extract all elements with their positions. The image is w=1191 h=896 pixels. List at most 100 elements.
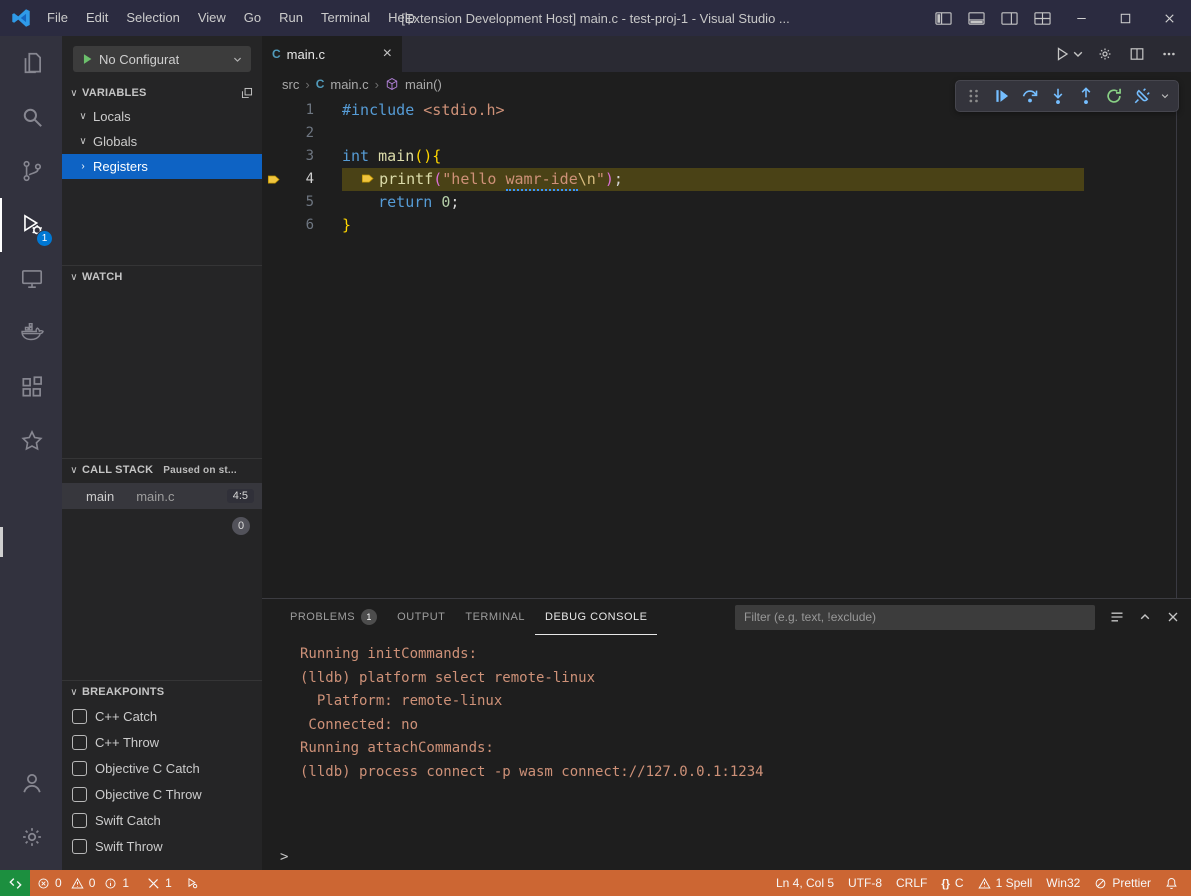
activitybar-source-control[interactable]	[0, 144, 62, 198]
breakpoint-gutter[interactable]	[262, 99, 284, 122]
breakpoint-checkbox[interactable]	[72, 813, 87, 828]
breakpoint-checkbox[interactable]	[72, 735, 87, 750]
activitybar-search[interactable]	[0, 90, 62, 144]
customize-layout-icon[interactable]	[1026, 0, 1059, 36]
code-text[interactable]: }	[342, 214, 1084, 237]
breadcrumb-file[interactable]: main.c	[330, 77, 368, 92]
breakpoint-row[interactable]: C++ Throw	[62, 729, 262, 755]
close-panel-icon[interactable]	[1165, 609, 1181, 625]
toggle-sidebar-icon[interactable]	[927, 0, 960, 36]
code-text[interactable]: return 0;	[342, 191, 1084, 214]
panel-tab-debug-console[interactable]: DEBUG CONSOLE	[535, 599, 657, 635]
code-editor[interactable]: 1#include <stdio.h>23int main(){4 printf…	[262, 96, 1191, 598]
menu-selection[interactable]: Selection	[117, 0, 188, 36]
minimize-button[interactable]	[1059, 0, 1103, 36]
encoding[interactable]: UTF-8	[841, 870, 889, 896]
formatter[interactable]: Prettier	[1087, 870, 1158, 896]
variables-item-locals[interactable]: ∨Locals	[62, 104, 262, 129]
collapse-all-icon[interactable]	[240, 86, 254, 100]
restart-button[interactable]	[1101, 83, 1127, 109]
breakpoint-checkbox[interactable]	[72, 839, 87, 854]
code-text[interactable]	[342, 122, 1084, 145]
activitybar-remote-explorer[interactable]	[0, 252, 62, 306]
notifications-bell[interactable]	[1158, 870, 1185, 896]
maximize-panel-icon[interactable]	[1137, 609, 1153, 625]
activitybar-docker[interactable]	[0, 306, 62, 360]
breakpoint-row[interactable]: Swift Catch	[62, 807, 262, 833]
remote-indicator[interactable]	[0, 870, 30, 896]
continue-button[interactable]	[989, 83, 1015, 109]
breakpoint-row[interactable]: C++ Catch	[62, 703, 262, 729]
editor-scrollbar[interactable]	[1176, 96, 1177, 598]
activitybar-extensions[interactable]	[0, 360, 62, 414]
run-file-button[interactable]	[1054, 46, 1081, 62]
breakpoint-checkbox[interactable]	[72, 761, 87, 776]
breakpoint-gutter[interactable]	[262, 122, 284, 145]
breakpoint-gutter[interactable]	[262, 145, 284, 168]
platform[interactable]: Win32	[1039, 870, 1087, 896]
tools-status[interactable]: 1	[140, 870, 179, 896]
chevron-down-icon[interactable]	[1157, 83, 1173, 109]
toggle-panel-icon[interactable]	[960, 0, 993, 36]
breakpoint-gutter[interactable]	[262, 168, 284, 191]
breakpoint-row[interactable]: Swift Throw	[62, 833, 262, 859]
breakpoints-header[interactable]: ∨ BREAKPOINTS	[62, 681, 262, 703]
filter-input[interactable]	[735, 605, 1095, 630]
activitybar-accounts[interactable]	[0, 756, 62, 810]
output-actions-icon[interactable]	[1109, 609, 1125, 625]
breakpoint-row[interactable]: Objective C Throw	[62, 781, 262, 807]
variables-item-globals[interactable]: ∨Globals	[62, 129, 262, 154]
step-into-button[interactable]	[1045, 83, 1071, 109]
activitybar-favorites[interactable]	[0, 414, 62, 468]
debug-status[interactable]	[179, 870, 206, 896]
menu-terminal[interactable]: Terminal	[312, 0, 379, 36]
statusbar-right: Ln 4, Col 5UTF-8CRLF{}C1 SpellWin32Prett…	[769, 870, 1191, 896]
activitybar-explorer[interactable]	[0, 36, 62, 90]
menu-file[interactable]: File	[38, 0, 77, 36]
variables-header[interactable]: ∨ VARIABLES	[62, 82, 262, 104]
debug-config-dropdown[interactable]: No Configurat	[73, 46, 251, 72]
close-button[interactable]	[1147, 0, 1191, 36]
disconnect-button[interactable]	[1129, 83, 1155, 109]
code-text[interactable]: printf("hello wamr-ide\n");	[342, 168, 1084, 191]
call-stack-header[interactable]: ∨ CALL STACK Paused on st...	[62, 459, 262, 481]
language-mode[interactable]: {}C	[934, 870, 970, 896]
close-tab-icon[interactable]: ×	[383, 46, 392, 62]
step-out-button[interactable]	[1073, 83, 1099, 109]
more-actions-icon[interactable]	[1161, 46, 1177, 62]
menu-view[interactable]: View	[189, 0, 235, 36]
spell-checker[interactable]: 1 Spell	[971, 870, 1040, 896]
breakpoint-row[interactable]: Objective C Catch	[62, 755, 262, 781]
gear-icon[interactable]	[1097, 46, 1113, 62]
debug-console-input[interactable]: >	[262, 844, 1191, 870]
panel-tab-problems[interactable]: PROBLEMS1	[280, 599, 387, 635]
cursor-position[interactable]: Ln 4, Col 5	[769, 870, 841, 896]
breakpoint-gutter[interactable]	[262, 214, 284, 237]
watch-header[interactable]: ∨ WATCH	[62, 266, 262, 288]
breakpoint-checkbox[interactable]	[72, 787, 87, 802]
code-text[interactable]: int main(){	[342, 145, 1084, 168]
menu-go[interactable]: Go	[235, 0, 270, 36]
drag-handle-icon[interactable]	[961, 83, 987, 109]
menu-run[interactable]: Run	[270, 0, 312, 36]
panel-tab-output[interactable]: OUTPUT	[387, 599, 455, 635]
activitybar-settings[interactable]	[0, 810, 62, 864]
breakpoint-gutter[interactable]	[262, 191, 284, 214]
activitybar-run-debug[interactable]: 1	[0, 198, 62, 252]
breadcrumb-folder[interactable]: src	[282, 77, 299, 92]
start-debugging-icon[interactable]	[80, 52, 94, 66]
eol[interactable]: CRLF	[889, 870, 934, 896]
debug-sidebar: No Configurat ∨ VARIABLES ∨Locals∨Global…	[62, 36, 262, 870]
menu-edit[interactable]: Edit	[77, 0, 117, 36]
problems-status[interactable]: 0 0 1	[30, 870, 140, 896]
breakpoint-checkbox[interactable]	[72, 709, 87, 724]
panel-tab-terminal[interactable]: TERMINAL	[455, 599, 535, 635]
breadcrumb-symbol[interactable]: main()	[405, 77, 442, 92]
tab-main-c[interactable]: C main.c ×	[262, 36, 402, 72]
toggle-secondary-sidebar-icon[interactable]	[993, 0, 1026, 36]
step-over-button[interactable]	[1017, 83, 1043, 109]
variables-item-registers[interactable]: ›Registers	[62, 154, 262, 179]
maximize-button[interactable]	[1103, 0, 1147, 36]
split-editor-icon[interactable]	[1129, 46, 1145, 62]
stack-frame-row[interactable]: main main.c 4:5	[62, 483, 262, 509]
